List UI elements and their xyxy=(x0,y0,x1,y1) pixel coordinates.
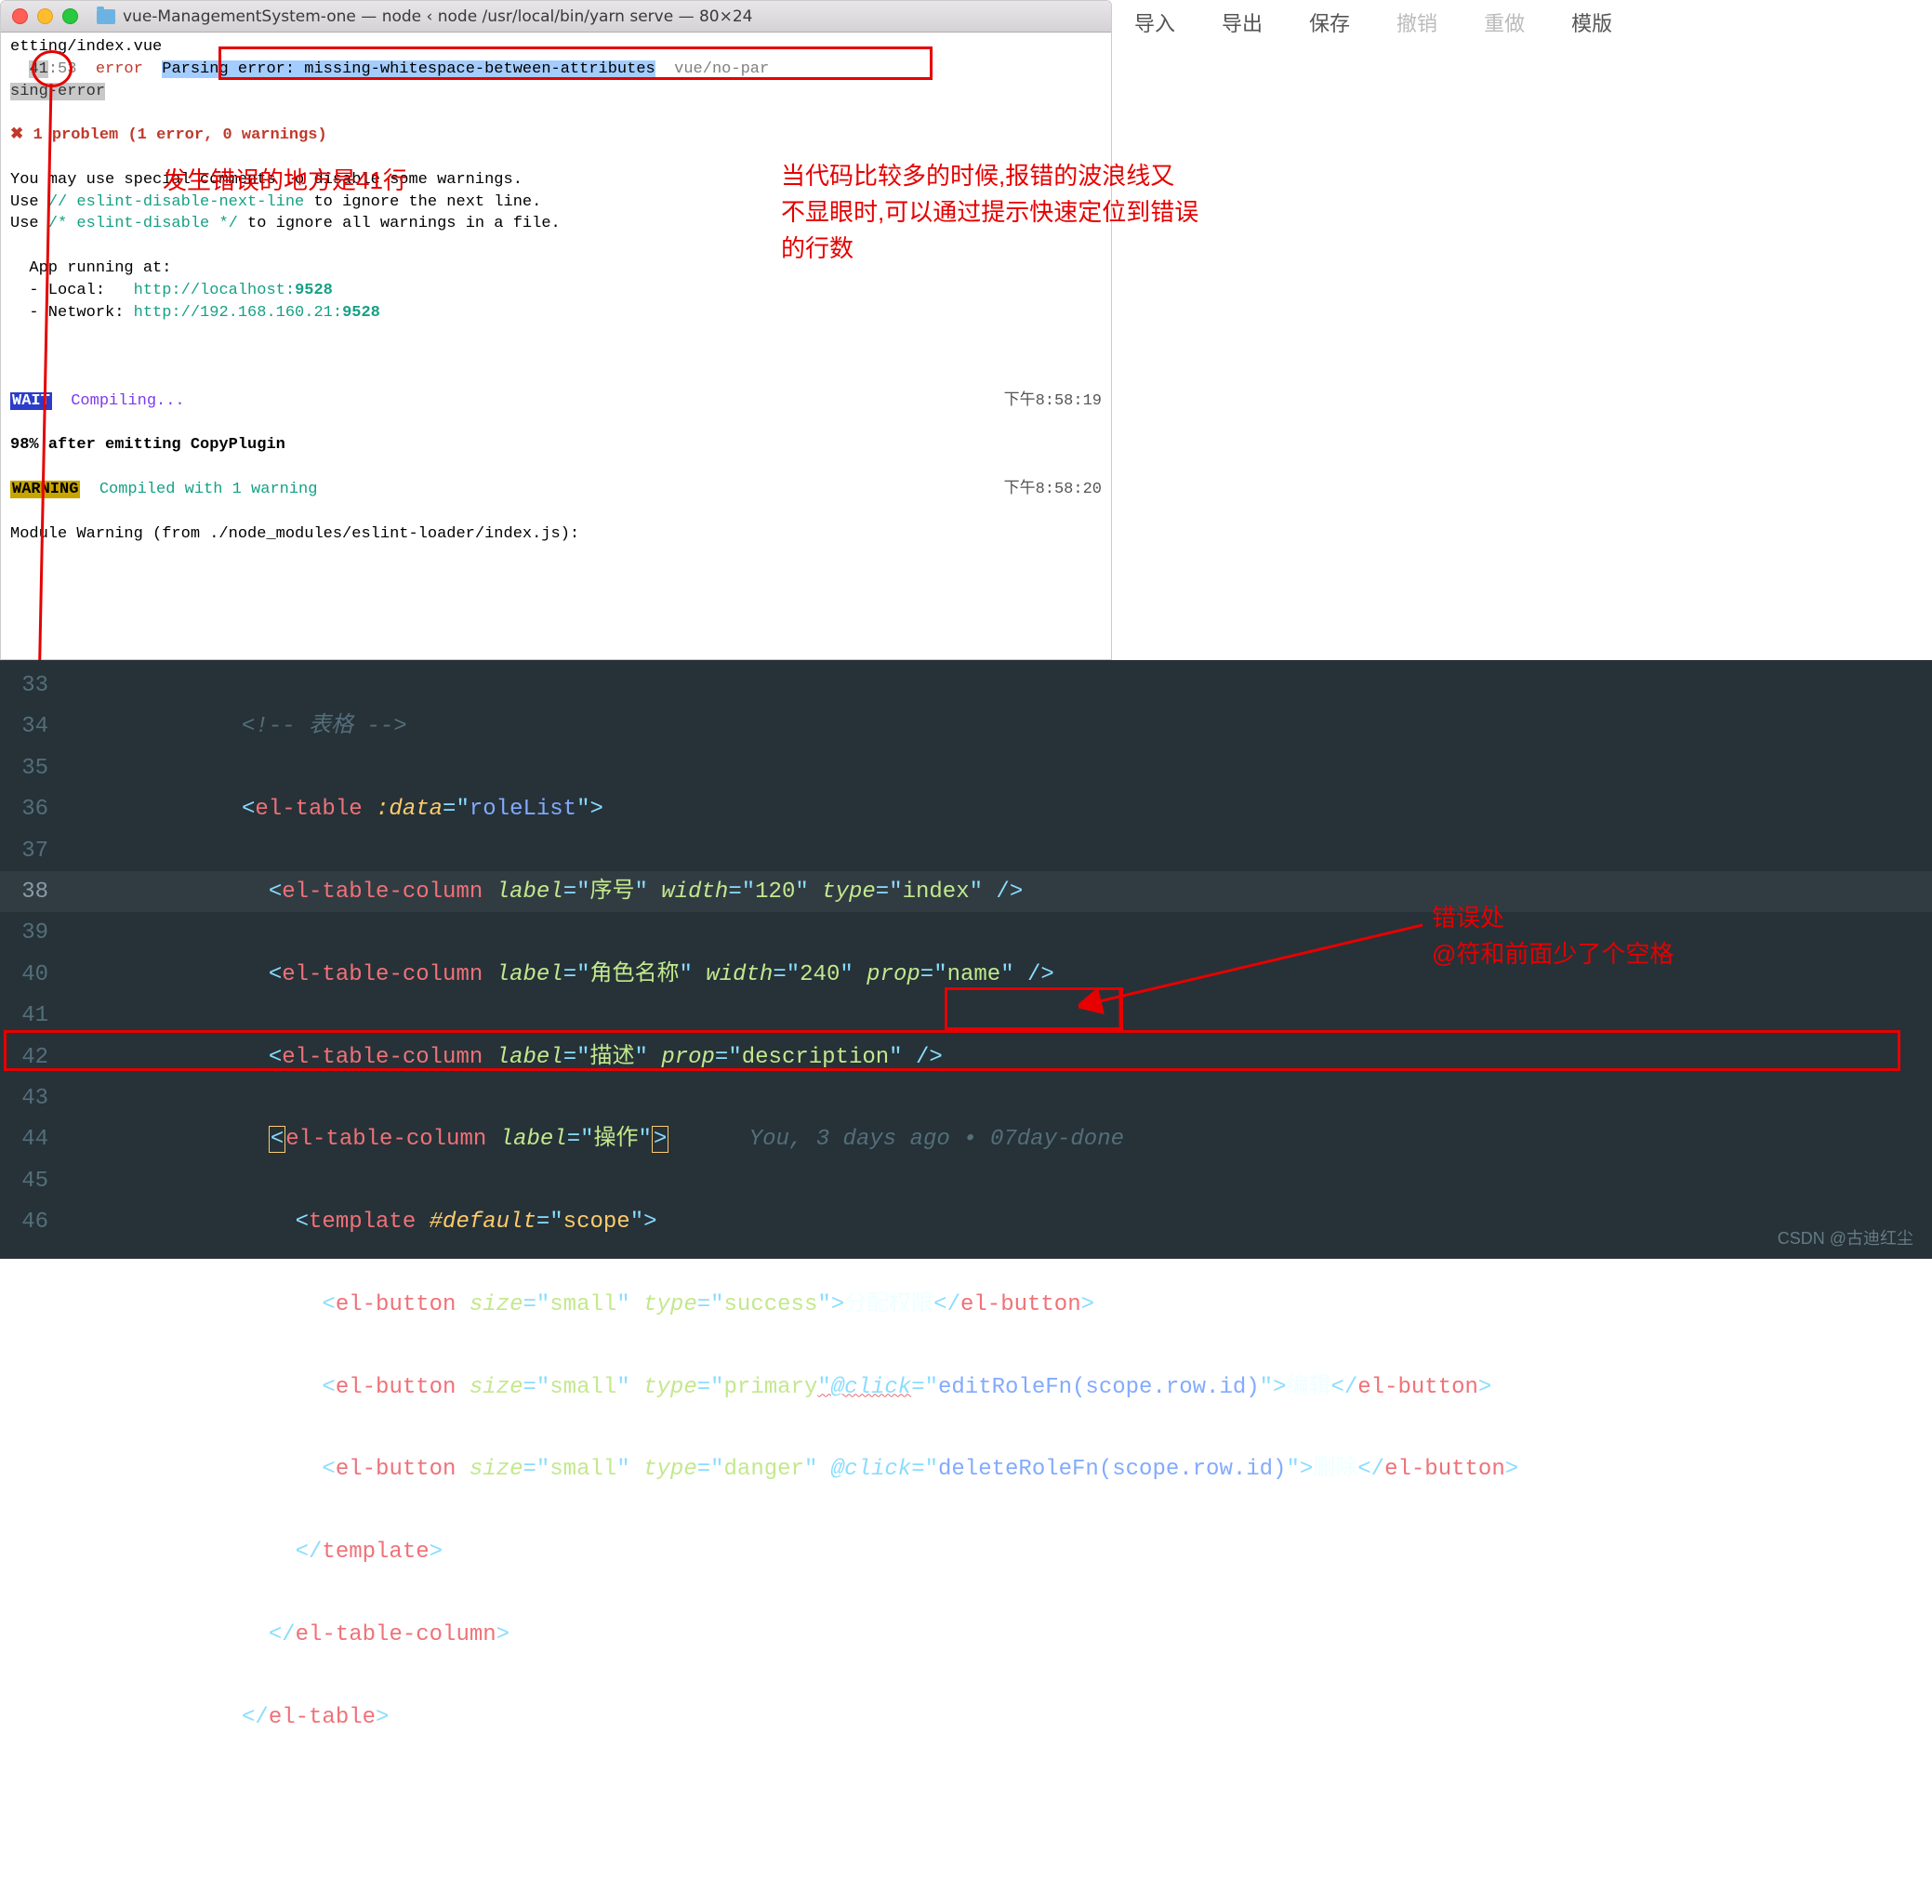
line-gutter: 33 34 35 36 37 38 39 40 41 42 43 44 45 4… xyxy=(0,660,65,1259)
menu-export[interactable]: 导出 xyxy=(1222,7,1263,37)
menu-template[interactable]: 模版 xyxy=(1571,7,1612,37)
git-blame: You, 3 days ago • 07day-done xyxy=(749,1127,1124,1152)
maximize-icon[interactable] xyxy=(62,8,78,24)
terminal-window: vue-ManagementSystem-one — node ‹ node /… xyxy=(0,0,1112,660)
annotation-text: 当代码比较多的时候,报错的波浪线又 不显眼时,可以通过提示快速定位到错误 的行数 xyxy=(781,158,1198,267)
menu-import[interactable]: 导入 xyxy=(1134,7,1175,37)
annotation-text: 错误处 @符和前面少了个空格 xyxy=(1432,900,1674,972)
folder-icon xyxy=(97,9,115,24)
warning-badge: WARNING xyxy=(10,481,80,498)
window-title: vue-ManagementSystem-one — node ‹ node /… xyxy=(123,7,752,26)
minimize-icon[interactable] xyxy=(37,8,53,24)
code-content[interactable]: <!-- 表格 --> <el-table :data="roleList"> … xyxy=(242,666,1932,1904)
menu-redo: 重做 xyxy=(1484,7,1525,37)
timestamp: 下午8:58:20 xyxy=(1004,479,1102,501)
error-line-num: 41 xyxy=(29,60,47,78)
terminal-output[interactable]: etting/index.vue 41:53 error Parsing err… xyxy=(1,33,1111,549)
window-titlebar: vue-ManagementSystem-one — node ‹ node /… xyxy=(1,1,1111,33)
menu-undo: 撤销 xyxy=(1396,7,1437,37)
menu-save[interactable]: 保存 xyxy=(1309,7,1350,37)
problem-summary: ✖ 1 problem (1 error, 0 warnings) xyxy=(10,126,327,144)
app-top-menu: 导入 导出 保存 撤销 重做 模版 xyxy=(1134,7,1612,37)
error-message: Parsing error: missing-whitespace-betwee… xyxy=(162,60,655,78)
traffic-lights xyxy=(12,8,78,24)
wait-badge: WAIT xyxy=(10,392,52,410)
annotation-text: 发生错误的地方是41行 xyxy=(163,163,407,199)
watermark: CSDN @古迪红尘 xyxy=(1778,1225,1913,1250)
close-icon[interactable] xyxy=(12,8,28,24)
progress-text: 98% after emitting CopyPlugin xyxy=(10,436,285,454)
timestamp: 下午8:58:19 xyxy=(1004,390,1102,413)
